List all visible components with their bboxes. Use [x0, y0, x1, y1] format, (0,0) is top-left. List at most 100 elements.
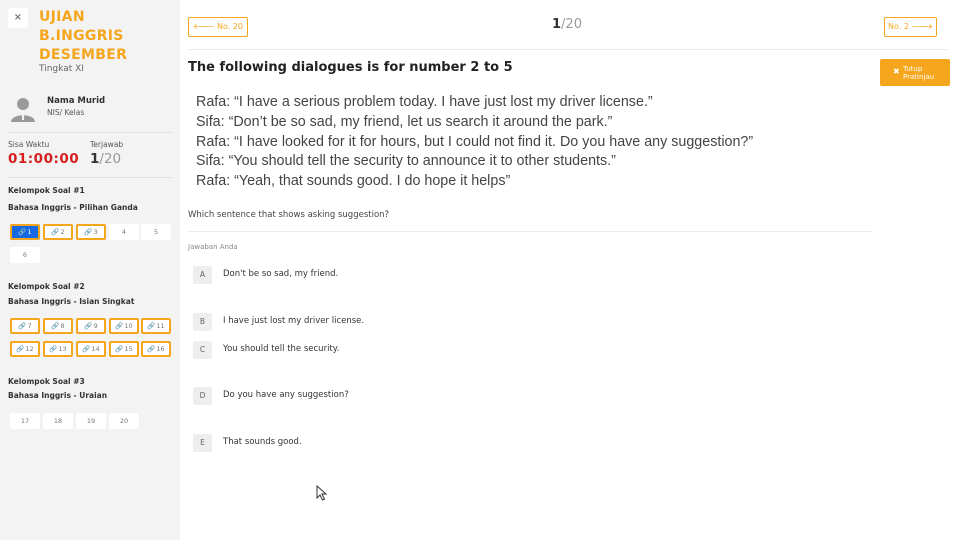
question-number-button[interactable]: 🔗12: [10, 341, 40, 357]
question-number-button[interactable]: 17: [10, 413, 40, 429]
close-icon[interactable]: ×: [8, 8, 28, 28]
option-letter: D: [193, 387, 212, 405]
next-question-button[interactable]: No. 2 🡒: [884, 17, 937, 37]
question-number: 4: [121, 228, 127, 236]
group-title: Kelompok Soal #2: [8, 282, 85, 291]
question-number: 19: [86, 417, 96, 425]
link-icon: 🔗: [84, 322, 93, 330]
question-number-button[interactable]: 5: [141, 224, 171, 240]
question-number-button[interactable]: 🔗8: [43, 318, 73, 334]
question-number: 15: [124, 345, 133, 353]
link-icon: 🔗: [115, 345, 124, 353]
student-name: Nama Murid: [47, 96, 106, 106]
link-icon: 🔗: [84, 228, 93, 236]
answer-label: Jawaban Anda: [188, 243, 238, 251]
question-number-button[interactable]: 18: [43, 413, 73, 429]
question-number-button[interactable]: 6: [10, 247, 40, 263]
question-number: 17: [20, 417, 30, 425]
question-number-button[interactable]: 🔗16: [141, 341, 171, 357]
question-divider: [188, 231, 872, 232]
next-label: No. 2: [888, 22, 909, 31]
question-number-button[interactable]: 🔗1: [10, 224, 40, 240]
exam-title-line: B.INGGRIS: [39, 28, 124, 44]
header-divider: [188, 49, 948, 50]
question-number-button[interactable]: 🔗10: [109, 318, 139, 334]
close-preview-label: Tutup Pratinjau: [903, 65, 935, 81]
question-number-button[interactable]: 🔗9: [76, 318, 106, 334]
link-icon: 🔗: [51, 228, 60, 236]
dialogue-line: Sifa: “Don’t be so sad, my friend, let u…: [196, 113, 613, 130]
group-title: Kelompok Soal #3: [8, 377, 85, 386]
divider: [8, 177, 172, 178]
link-icon: 🔗: [49, 345, 58, 353]
answered-number: 1: [90, 151, 100, 167]
question-number: 8: [60, 322, 65, 330]
page-counter: 1/20: [552, 17, 582, 32]
option-text: That sounds good.: [223, 437, 302, 447]
dialogue-line: Rafa: “Yeah, that sounds good. I do hope…: [196, 173, 511, 190]
question-number: 3: [93, 228, 98, 236]
question-number: 6: [22, 251, 28, 259]
group-subtitle: Bahasa Inggris - Pilihan Ganda: [8, 203, 138, 212]
question-number: 18: [53, 417, 63, 425]
question-prompt: Which sentence that shows asking suggest…: [188, 210, 390, 220]
question-number: 5: [153, 228, 159, 236]
group-subtitle: Bahasa Inggris - Isian Singkat: [8, 297, 135, 306]
link-icon: 🔗: [16, 345, 25, 353]
question-number: 14: [91, 345, 100, 353]
question-number-button[interactable]: 4: [109, 224, 139, 240]
close-preview-button[interactable]: ✖ Tutup Pratinjau: [880, 59, 950, 86]
question-number: 12: [25, 345, 34, 353]
question-number-button[interactable]: 🔗15: [109, 341, 139, 357]
exam-title-line: DESEMBER: [39, 47, 128, 63]
question-number: 9: [93, 322, 98, 330]
exam-title: UJIAN B.INGGRIS DESEMBER: [39, 8, 169, 65]
question-number-button[interactable]: 🔗13: [43, 341, 73, 357]
link-icon: 🔗: [147, 322, 156, 330]
dialogue-line: Sifa: “You should tell the security to a…: [196, 153, 616, 170]
option-letter: E: [193, 434, 212, 452]
question-number-button[interactable]: 🔗2: [43, 224, 73, 240]
question-number-button[interactable]: 🔗14: [76, 341, 106, 357]
student-nis: NIS/ Kelas: [47, 108, 85, 117]
question-number: 2: [60, 228, 65, 236]
exam-level: Tingkat XI: [39, 64, 84, 74]
prev-question-button[interactable]: 🡐 No. 20: [188, 17, 248, 37]
link-icon: 🔗: [82, 345, 91, 353]
arrow-left-icon: 🡐: [192, 22, 215, 31]
mouse-cursor-icon: [316, 485, 328, 501]
answered-count: 1/20: [90, 151, 121, 167]
dialogue-image: Rafa: “I have a serious problem today. I…: [196, 93, 753, 192]
question-number: 1: [27, 228, 32, 236]
time-label: Sisa Waktu: [8, 140, 50, 149]
answered-total: /20: [99, 151, 122, 167]
option-letter: B: [193, 313, 212, 331]
question-heading: The following dialogues is for number 2 …: [188, 60, 513, 75]
sidebar: × UJIAN B.INGGRIS DESEMBER Tingkat XI Na…: [0, 0, 180, 540]
group-title: Kelompok Soal #1: [8, 186, 85, 195]
question-number: 16: [156, 345, 165, 353]
question-number-button[interactable]: 🔗3: [76, 224, 106, 240]
link-icon: 🔗: [51, 322, 60, 330]
question-number-button[interactable]: 20: [109, 413, 139, 429]
group-subtitle: Bahasa Inggris - Uraian: [8, 391, 108, 400]
question-number: 13: [58, 345, 67, 353]
timer-value: 01:00:00: [8, 151, 80, 167]
answered-label: Terjawab: [90, 140, 124, 149]
user-avatar-icon: [11, 98, 35, 122]
question-number: 10: [124, 322, 133, 330]
question-number-button[interactable]: 🔗7: [10, 318, 40, 334]
link-icon: 🔗: [18, 322, 27, 330]
divider: [8, 132, 172, 133]
link-icon: 🔗: [147, 345, 156, 353]
option-text: Do you have any suggestion?: [223, 390, 349, 400]
option-text: You should tell the security.: [223, 344, 340, 354]
option-text: I have just lost my driver license.: [223, 316, 365, 326]
option-text: Don't be so sad, my friend.: [223, 269, 339, 279]
prev-label: No. 20: [216, 22, 243, 31]
option-letter: A: [193, 266, 212, 284]
question-number-button[interactable]: 19: [76, 413, 106, 429]
question-number-button[interactable]: 🔗11: [141, 318, 171, 334]
total-pages: /20: [561, 17, 582, 32]
question-number: 20: [119, 417, 129, 425]
